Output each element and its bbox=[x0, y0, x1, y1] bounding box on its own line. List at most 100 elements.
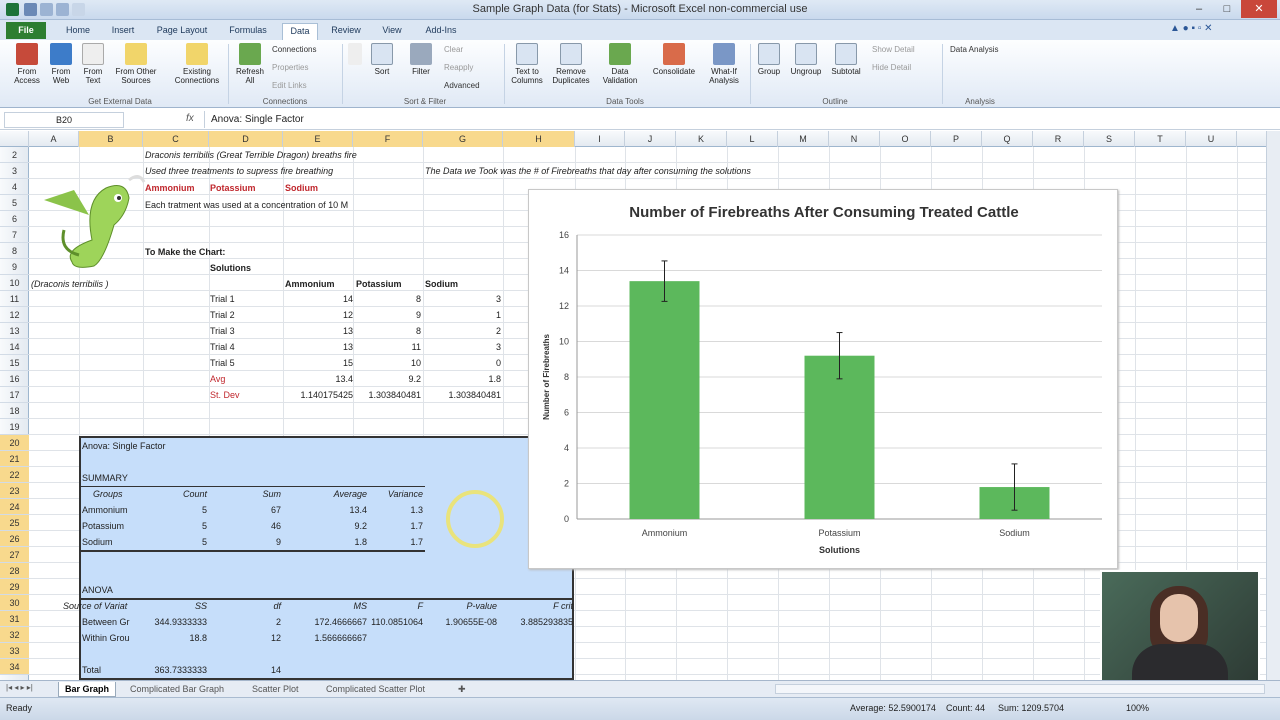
column-header[interactable]: M bbox=[778, 131, 829, 147]
anova-col-header[interactable]: Sum bbox=[207, 486, 281, 502]
column-header[interactable]: R bbox=[1033, 131, 1084, 147]
row-header[interactable]: 15 bbox=[0, 355, 29, 371]
anova-col-header[interactable]: P-value bbox=[423, 598, 497, 614]
cell-value[interactable]: 9 bbox=[353, 307, 421, 323]
column-header[interactable]: H bbox=[503, 131, 575, 147]
tab-review[interactable]: Review bbox=[326, 23, 366, 40]
hide-detail-button[interactable]: Hide Detail bbox=[872, 63, 911, 72]
cell-trial-label[interactable]: Trial 3 bbox=[210, 323, 235, 339]
column-header[interactable]: J bbox=[625, 131, 676, 147]
filter-button[interactable]: Filter bbox=[404, 43, 438, 76]
row-header[interactable]: 9 bbox=[0, 259, 29, 275]
anova-cell[interactable]: 3.885293835 bbox=[497, 614, 573, 630]
cell-to-make-chart[interactable]: To Make the Chart: bbox=[145, 244, 225, 260]
maximize-button[interactable]: □ bbox=[1213, 0, 1241, 18]
sort-az-button[interactable] bbox=[346, 43, 364, 67]
column-header[interactable]: N bbox=[829, 131, 880, 147]
anova-cell[interactable]: 18.8 bbox=[145, 630, 207, 646]
cell-value[interactable]: 13 bbox=[283, 323, 353, 339]
row-header[interactable]: 11 bbox=[0, 291, 29, 307]
row-header[interactable]: 25 bbox=[0, 515, 29, 531]
minimize-button[interactable]: – bbox=[1185, 0, 1213, 18]
row-header[interactable]: 19 bbox=[0, 419, 29, 435]
row-header[interactable]: 13 bbox=[0, 323, 29, 339]
row-header[interactable]: 21 bbox=[0, 451, 29, 467]
what-if-analysis-button[interactable]: What-If Analysis bbox=[702, 43, 746, 85]
anova-cell[interactable]: Potassium bbox=[82, 518, 142, 534]
anova-title[interactable]: Anova: Single Factor bbox=[82, 438, 166, 454]
column-header[interactable]: G bbox=[423, 131, 503, 147]
anova-cell[interactable]: 1.90655E-08 bbox=[423, 614, 497, 630]
anova-summary[interactable]: SUMMARY bbox=[82, 470, 128, 486]
cell-value[interactable]: 13.4 bbox=[283, 371, 353, 387]
sheet-tab[interactable]: Scatter Plot bbox=[246, 682, 305, 696]
column-header[interactable]: S bbox=[1084, 131, 1135, 147]
anova-col-header[interactable]: MS bbox=[281, 598, 368, 614]
tab-data[interactable]: Data bbox=[282, 23, 318, 40]
anova-cell[interactable]: 46 bbox=[207, 518, 281, 534]
column-header[interactable]: T bbox=[1135, 131, 1186, 147]
cell-value[interactable]: 14 bbox=[283, 291, 353, 307]
cell-trial-label[interactable]: Trial 1 bbox=[210, 291, 235, 307]
column-header[interactable]: D bbox=[209, 131, 283, 147]
horizontal-scrollbar[interactable] bbox=[775, 684, 1265, 694]
name-box[interactable]: B20 bbox=[4, 112, 124, 128]
anova-cell[interactable]: 9 bbox=[207, 534, 281, 550]
column-header[interactable]: E bbox=[283, 131, 353, 147]
data-validation-button[interactable]: Data Validation bbox=[596, 43, 644, 85]
tab-file[interactable]: File bbox=[6, 22, 46, 39]
close-button[interactable]: ✕ bbox=[1241, 0, 1277, 18]
anova-col-header[interactable]: SS bbox=[145, 598, 207, 614]
row-header[interactable]: 16 bbox=[0, 371, 29, 387]
cell-data-text[interactable]: The Data we Took was the # of Firebreath… bbox=[425, 163, 751, 179]
connections-button[interactable]: Connections bbox=[272, 45, 316, 54]
anova-selection[interactable]: Anova: Single Factor SUMMARY Groups Count… bbox=[63, 436, 574, 680]
tab-insert[interactable]: Insert bbox=[103, 23, 143, 40]
row-header[interactable]: 31 bbox=[0, 611, 29, 627]
anova-col-header[interactable]: Average bbox=[281, 486, 367, 502]
consolidate-button[interactable]: Consolidate bbox=[646, 43, 702, 76]
column-header[interactable]: I bbox=[575, 131, 625, 147]
anova-cell[interactable]: 67 bbox=[207, 502, 281, 518]
data-analysis-button[interactable]: Data Analysis bbox=[950, 45, 998, 54]
column-header[interactable]: P bbox=[931, 131, 982, 147]
cell-hdr-potassium[interactable]: Potassium bbox=[356, 276, 402, 292]
anova-cell[interactable]: Within Grou bbox=[82, 630, 146, 646]
anova-col-header[interactable]: Groups bbox=[93, 486, 153, 502]
row-header[interactable]: 5 bbox=[0, 195, 29, 211]
zoom-level[interactable]: 100% bbox=[1126, 703, 1149, 713]
row-header[interactable]: 24 bbox=[0, 499, 29, 515]
cell-concentration-text[interactable]: Each tratment was used at a concentratio… bbox=[145, 197, 348, 213]
existing-connections-button[interactable]: Existing Connections bbox=[168, 43, 226, 85]
ungroup-button[interactable]: Ungroup bbox=[786, 43, 826, 76]
row-header[interactable]: 4 bbox=[0, 179, 29, 195]
row-header[interactable]: 33 bbox=[0, 643, 29, 659]
formula-input[interactable]: Anova: Single Factor bbox=[204, 111, 1264, 128]
cell-value[interactable]: 2 bbox=[423, 323, 501, 339]
anova-col-header[interactable]: Count bbox=[145, 486, 207, 502]
cell-sodium[interactable]: Sodium bbox=[285, 180, 318, 196]
cell-trial-label[interactable]: Trial 5 bbox=[210, 355, 235, 371]
new-sheet-icon[interactable]: ✚ bbox=[452, 682, 472, 697]
bar-chart[interactable]: Number of Firebreaths After Consuming Tr… bbox=[528, 189, 1118, 569]
cell-solutions[interactable]: Solutions bbox=[210, 260, 251, 276]
from-text-button[interactable]: From Text bbox=[78, 43, 108, 85]
anova-cell[interactable]: 1.7 bbox=[367, 518, 423, 534]
cell-potassium[interactable]: Potassium bbox=[210, 180, 256, 196]
cell-value[interactable]: 3 bbox=[423, 291, 501, 307]
cell-avg-label[interactable]: Avg bbox=[210, 371, 225, 387]
row-header[interactable]: 14 bbox=[0, 339, 29, 355]
anova-cell[interactable]: 172.4666667 bbox=[281, 614, 367, 630]
cell-value[interactable]: 13 bbox=[283, 339, 353, 355]
anova-col-header[interactable]: df bbox=[207, 598, 281, 614]
row-header[interactable]: 30 bbox=[0, 595, 29, 611]
cell-value[interactable]: 1.140175425 bbox=[283, 387, 353, 403]
anova-cell[interactable]: 12 bbox=[207, 630, 281, 646]
column-header[interactable]: O bbox=[880, 131, 931, 147]
anova-cell[interactable]: 5 bbox=[145, 502, 207, 518]
row-header[interactable]: 29 bbox=[0, 579, 29, 595]
clear-button[interactable]: Clear bbox=[444, 45, 463, 54]
cell-value[interactable]: 15 bbox=[283, 355, 353, 371]
anova-cell[interactable]: 1.566666667 bbox=[281, 630, 367, 646]
tab-add-ins[interactable]: Add-Ins bbox=[418, 23, 464, 40]
